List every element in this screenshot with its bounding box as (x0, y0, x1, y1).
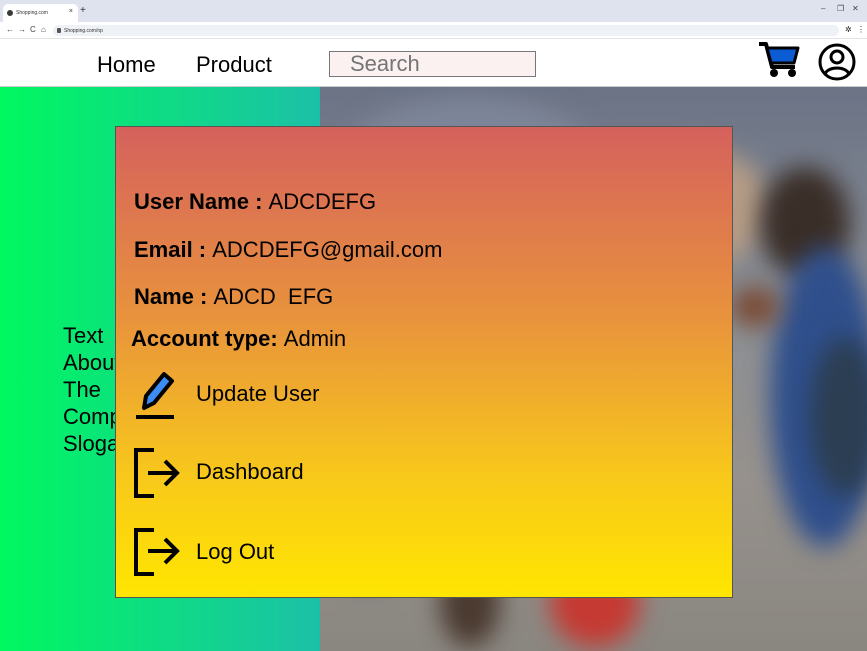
nav-product-link[interactable]: Product (196, 52, 272, 78)
account-type-value: Admin (283, 326, 347, 351)
account-icon[interactable] (817, 42, 857, 82)
nav-home-link[interactable]: Home (97, 52, 156, 78)
close-window-button[interactable]: ✕ (852, 4, 859, 13)
back-icon[interactable]: ← (6, 25, 14, 34)
browser-tab[interactable]: Shopping.com × (3, 4, 78, 22)
tab-close-icon[interactable]: × (69, 8, 73, 15)
tab-title: Shopping.com (16, 10, 48, 16)
lock-icon (57, 28, 61, 33)
browser-tab-bar: Shopping.com × + – ❐ ✕ (0, 0, 867, 22)
username-label: User Name : (134, 189, 269, 214)
name-label: Name : (134, 284, 214, 309)
username-value: ADCDEFG (268, 189, 377, 214)
dashboard-button[interactable]: Dashboard (134, 447, 304, 499)
email-row: Email : ADCDEFG@gmail.com (134, 237, 442, 263)
log-out-label: Log Out (196, 539, 275, 564)
minimize-button[interactable]: – (821, 4, 825, 13)
browser-menu-icon[interactable]: ⋮ (857, 25, 865, 34)
home-icon[interactable]: ⌂ (41, 25, 46, 34)
log-out-button[interactable]: Log Out (134, 528, 274, 578)
forward-icon[interactable]: → (18, 25, 26, 34)
dashboard-label: Dashboard (196, 459, 304, 484)
email-value: ADCDEFG@gmail.com (212, 237, 443, 262)
reload-icon[interactable]: C (30, 25, 36, 34)
exit-arrow-icon (134, 448, 180, 498)
extension-icon[interactable]: ✲ (845, 25, 852, 34)
account-type-label: Account type: (131, 326, 284, 351)
logout-icon (134, 528, 180, 576)
company-slogan: Text About The Company Slogan (63, 323, 158, 456)
url-field[interactable]: Shopping.com/np (53, 25, 839, 36)
search-input[interactable] (329, 51, 536, 77)
url-text: Shopping.com/np (64, 27, 103, 34)
new-tab-button[interactable]: + (80, 5, 86, 16)
username-row: User Name : ADCDEFG (134, 189, 376, 215)
site-header: Home Product (0, 39, 867, 87)
name-value: ADCD EFG (213, 284, 334, 309)
restore-button[interactable]: ❐ (837, 4, 844, 13)
update-user-label: Update User (196, 381, 320, 406)
email-label: Email : (134, 237, 213, 262)
address-bar-row: ← → C ⌂ Shopping.com/np ✲ ⋮ (0, 22, 867, 39)
account-type-row: Account type: Admin (131, 326, 346, 352)
name-row: Name : ADCD EFG (134, 284, 333, 310)
profile-popup: User Name : ADCDEFG Email : ADCDEFG@gmai… (115, 126, 733, 598)
pencil-icon (136, 372, 174, 419)
cart-icon[interactable] (757, 39, 801, 79)
favicon-icon (7, 10, 13, 16)
update-user-button[interactable]: Update User (134, 369, 320, 421)
